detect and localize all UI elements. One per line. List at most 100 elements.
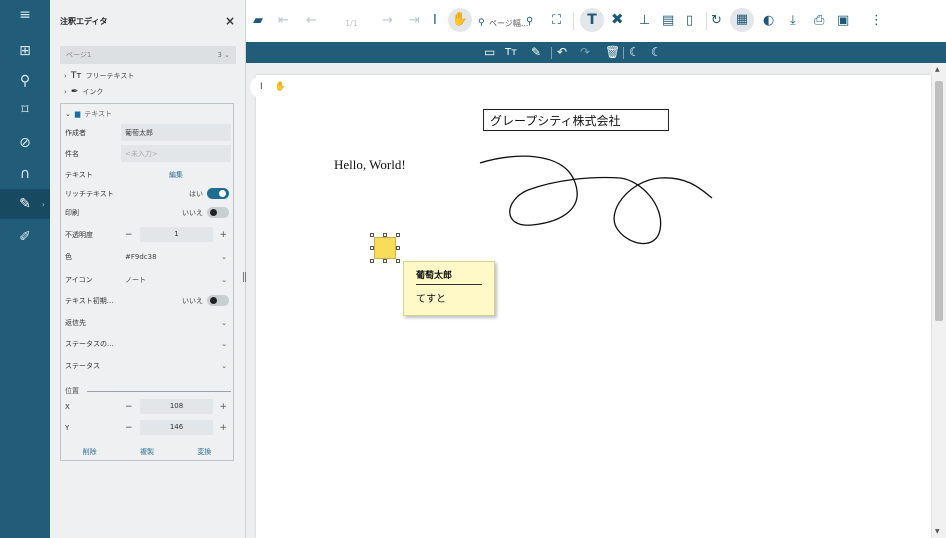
document-properties-icon[interactable]: ▯ bbox=[686, 14, 693, 28]
resize-handle[interactable] bbox=[396, 233, 400, 237]
text-annotation-icon[interactable]: T bbox=[580, 8, 604, 32]
resize-handle[interactable] bbox=[396, 259, 400, 263]
icon-row[interactable]: アイコン ノート ⌄ bbox=[61, 270, 233, 289]
theme-icon[interactable]: ◐ bbox=[763, 14, 774, 28]
popup-content[interactable]: てすと bbox=[416, 290, 482, 305]
hello-text[interactable]: Hello, World! bbox=[334, 157, 406, 173]
company-name-box[interactable]: グレープシティ株式会社 bbox=[483, 109, 669, 131]
pan-tool-icon[interactable]: ✋ bbox=[275, 82, 286, 92]
tree-item-text[interactable]: ⌄ ▆ テキスト bbox=[61, 104, 233, 123]
opacity-increment-button[interactable]: + bbox=[219, 230, 227, 240]
zoom-in-icon[interactable]: ⚲ bbox=[526, 15, 533, 29]
form-icon[interactable]: ▤ bbox=[662, 14, 674, 28]
more-options-icon[interactable]: ⋮ bbox=[870, 14, 883, 28]
resize-handle[interactable] bbox=[396, 246, 400, 250]
page-select[interactable]: ページ1 3 ⌄ bbox=[60, 46, 236, 64]
tree-item-freetext[interactable]: › Tт フリーテキスト bbox=[64, 69, 134, 83]
layers-icon[interactable]: ∩ bbox=[0, 159, 50, 189]
reply-to-label: 返信先 bbox=[65, 318, 86, 327]
close-icon[interactable]: × bbox=[225, 14, 235, 28]
delete-annotation-icon[interactable]: 🗑 bbox=[605, 45, 620, 59]
subject-row: 件名 <未入力> bbox=[61, 144, 233, 163]
pan-tool-icon[interactable]: ✋ bbox=[448, 8, 472, 32]
print-toggle[interactable] bbox=[207, 207, 229, 218]
x-input[interactable]: 108 bbox=[140, 399, 213, 414]
reply-icon[interactable]: ☾ bbox=[629, 45, 640, 59]
rich-text-toggle[interactable] bbox=[207, 188, 229, 199]
thumbnails-icon[interactable]: ⊞ bbox=[0, 36, 50, 66]
menu-icon[interactable]: ≡ bbox=[0, 0, 50, 30]
toggle-knob bbox=[219, 190, 226, 197]
resize-handle[interactable] bbox=[370, 233, 374, 237]
text-select-icon[interactable]: I bbox=[433, 14, 437, 28]
save-icon[interactable]: ▣ bbox=[837, 14, 849, 28]
resize-handle[interactable] bbox=[383, 259, 387, 263]
color-row[interactable]: 色 #F9dc38 ⌄ bbox=[61, 247, 233, 266]
scroll-up-icon[interactable]: ▲ bbox=[935, 66, 940, 73]
panel-title: 注釈エディタ bbox=[60, 16, 108, 26]
zoom-select[interactable]: ページ幅... bbox=[489, 17, 528, 31]
ink-annotation[interactable] bbox=[470, 150, 720, 250]
ink-stroke bbox=[479, 155, 713, 245]
scroll-down-icon[interactable]: ▼ bbox=[935, 528, 940, 535]
text-select-icon[interactable]: I bbox=[260, 82, 263, 92]
print-icon[interactable]: ⎙ bbox=[814, 14, 824, 28]
note-icon bbox=[374, 237, 396, 259]
page-indicator[interactable]: 1/1 bbox=[345, 17, 358, 31]
resize-handle[interactable] bbox=[370, 259, 374, 263]
bookmark-icon[interactable]: ⌑ bbox=[0, 95, 50, 125]
download-icon[interactable]: ⤓ bbox=[790, 14, 796, 28]
redo-icon[interactable]: ↷ bbox=[580, 45, 590, 59]
convert-button[interactable]: 変換 bbox=[197, 447, 211, 457]
x-increment-button[interactable]: + bbox=[219, 402, 227, 412]
next-page-icon[interactable]: → bbox=[382, 14, 393, 28]
vertical-scrollbar[interactable]: ▲ ▼ bbox=[932, 63, 946, 538]
annotation-properties: ⌄ ▆ テキスト 作成者 葡萄太郎 件名 <未入力> テキスト 編集 リッチテキ… bbox=[60, 103, 234, 461]
first-page-icon[interactable]: ⇤ bbox=[278, 14, 289, 28]
stamp-icon[interactable]: ⊥ bbox=[639, 14, 650, 28]
toggle-knob bbox=[210, 297, 217, 304]
resize-handle[interactable] bbox=[383, 233, 387, 237]
view-mode-icon[interactable]: ▦ bbox=[730, 8, 754, 32]
scrollbar-thumb[interactable] bbox=[935, 81, 943, 321]
redact-icon[interactable]: ✖ bbox=[611, 12, 624, 27]
y-decrement-button[interactable]: − bbox=[125, 423, 133, 433]
sticky-note-annotation[interactable] bbox=[370, 233, 400, 263]
status-label: ステータス bbox=[65, 361, 100, 370]
opacity-input[interactable]: 1 bbox=[140, 227, 213, 242]
text-initial-toggle[interactable] bbox=[207, 295, 229, 306]
sticky-note-popup[interactable]: 葡萄太郎 てすと bbox=[403, 261, 495, 316]
freetext-tool-icon[interactable]: Tт bbox=[505, 46, 517, 60]
annotation-editor-icon[interactable]: ✎ › bbox=[0, 189, 50, 219]
author-input[interactable]: 葡萄太郎 bbox=[125, 128, 153, 138]
duplicate-button[interactable]: 複製 bbox=[140, 447, 154, 457]
reply-to-row[interactable]: 返信先 ⌄ bbox=[61, 313, 233, 332]
status-row[interactable]: ステータス ⌄ bbox=[61, 356, 233, 375]
form-editor-icon[interactable]: ✐ bbox=[0, 222, 50, 252]
sticky-note-tool-icon[interactable]: ▭ bbox=[484, 45, 495, 59]
search-icon[interactable]: ⚲ bbox=[0, 66, 50, 96]
undo-icon[interactable]: ↶ bbox=[557, 45, 567, 59]
last-page-icon[interactable]: ⇥ bbox=[409, 14, 420, 28]
open-file-icon[interactable]: ▰ bbox=[253, 14, 263, 28]
opacity-decrement-button[interactable]: − bbox=[125, 230, 133, 240]
text-edit-button[interactable]: 編集 bbox=[169, 170, 183, 180]
resize-handle[interactable] bbox=[370, 246, 374, 250]
y-input[interactable]: 146 bbox=[140, 420, 213, 435]
main-toolbar: ▰ ⇤ ← 1/1 → ⇥ I ✋ ⚲ ページ幅... ⚲ ⛶ T ✖ ⊥ ▤ … bbox=[246, 0, 946, 42]
x-decrement-button[interactable]: − bbox=[125, 402, 133, 412]
fullscreen-icon[interactable]: ⛶ bbox=[552, 14, 561, 28]
reply-all-icon[interactable]: ☾ bbox=[651, 45, 662, 59]
y-increment-button[interactable]: + bbox=[219, 423, 227, 433]
subject-input[interactable]: <未入力> bbox=[125, 149, 158, 159]
rotate-icon[interactable]: ↻ bbox=[711, 14, 722, 28]
x-row: X − 108 + bbox=[61, 397, 233, 416]
tree-item-ink[interactable]: › ✒ インク bbox=[64, 85, 103, 99]
status-model-row[interactable]: ステータスの... ⌄ bbox=[61, 334, 233, 353]
previous-page-icon[interactable]: ← bbox=[306, 14, 317, 28]
delete-button[interactable]: 削除 bbox=[83, 447, 97, 457]
zoom-out-icon[interactable]: ⚲ bbox=[478, 16, 485, 30]
attachment-icon[interactable]: ⊘ bbox=[0, 128, 50, 158]
color-value: #F9dc38 bbox=[125, 252, 157, 261]
ink-tool-icon[interactable]: ✎ bbox=[531, 45, 541, 59]
